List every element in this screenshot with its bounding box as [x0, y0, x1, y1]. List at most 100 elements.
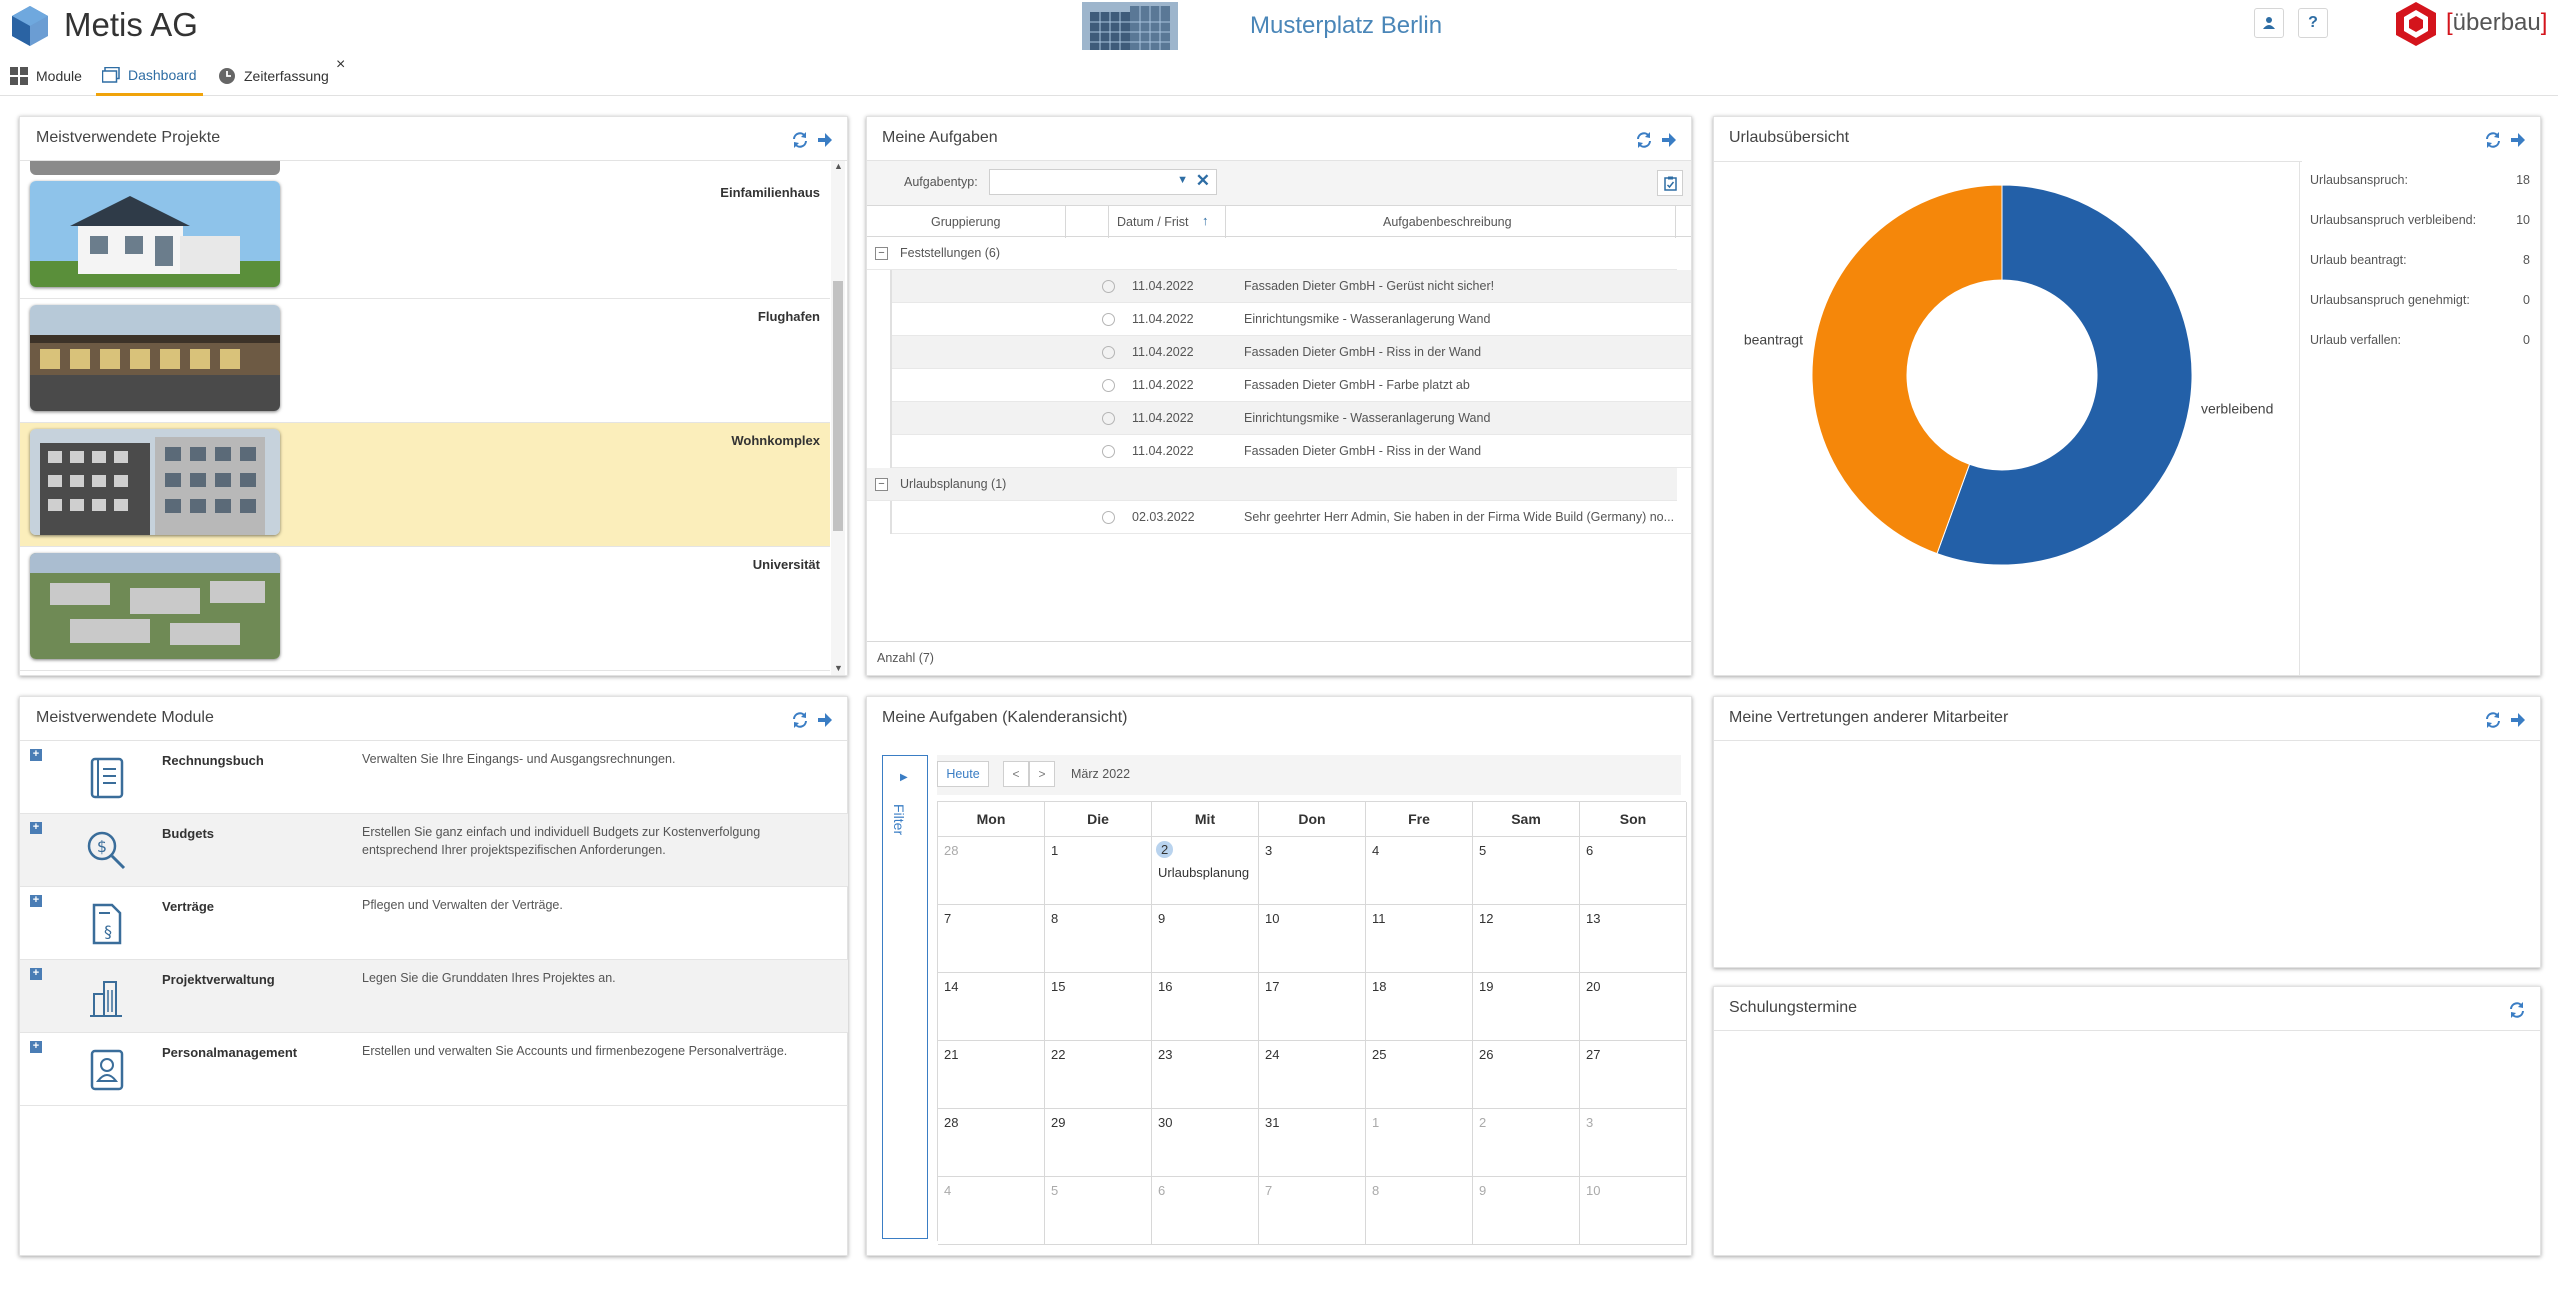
- today-button[interactable]: Heute: [937, 761, 989, 787]
- calendar-day[interactable]: 18: [1366, 973, 1473, 1041]
- calendar-day[interactable]: 28: [938, 837, 1045, 905]
- calendar-day[interactable]: 15: [1045, 973, 1152, 1041]
- scrollbar[interactable]: ▲ ▼: [831, 161, 845, 675]
- expand-icon[interactable]: +: [30, 895, 42, 907]
- calendar-day[interactable]: 6: [1152, 1177, 1259, 1245]
- arrow-right-icon[interactable]: [817, 131, 833, 149]
- user-button[interactable]: [2254, 8, 2284, 38]
- task-type-select[interactable]: ▼ ✕: [989, 169, 1217, 195]
- filter-sidebar-toggle[interactable]: ▶ Filter: [882, 755, 928, 1239]
- collapse-icon[interactable]: −: [875, 247, 888, 260]
- task-radio[interactable]: [1102, 511, 1115, 524]
- refresh-icon[interactable]: [2508, 1001, 2526, 1019]
- table-row[interactable]: 11.04.2022 Einrichtungsmike - Wasseranlag…: [892, 303, 1691, 336]
- collapse-icon[interactable]: −: [875, 478, 888, 491]
- calendar-day[interactable]: 23: [1152, 1041, 1259, 1109]
- column-header[interactable]: Aufgabenbeschreibung: [1383, 215, 1512, 229]
- expand-right-icon[interactable]: ▶: [900, 772, 908, 783]
- calendar-day[interactable]: 5: [1045, 1177, 1152, 1245]
- calendar-day[interactable]: 30: [1152, 1109, 1259, 1177]
- tab-module[interactable]: Module: [10, 56, 82, 96]
- calendar-day[interactable]: 8: [1045, 905, 1152, 973]
- table-row[interactable]: 11.04.2022 Fassaden Dieter GmbH - Gerüst …: [892, 270, 1691, 303]
- calendar-day[interactable]: 10: [1259, 905, 1366, 973]
- scroll-up-icon[interactable]: ▲: [834, 161, 843, 171]
- task-radio[interactable]: [1102, 379, 1115, 392]
- calendar-day[interactable]: 4: [1366, 837, 1473, 905]
- sort-asc-icon[interactable]: ↑: [1202, 213, 1209, 228]
- task-radio[interactable]: [1102, 445, 1115, 458]
- scrollbar-thumb[interactable]: [833, 281, 843, 531]
- list-item[interactable]: + Rechnungsbuch Verwalten Sie Ihre Einga…: [20, 741, 848, 814]
- calendar-day[interactable]: 25: [1366, 1041, 1473, 1109]
- scroll-down-icon[interactable]: ▼: [834, 663, 843, 673]
- column-header[interactable]: Gruppierung: [931, 215, 1001, 229]
- list-item-selected[interactable]: Wohnkomplex: [20, 423, 830, 547]
- calendar-day[interactable]: 2 Urlaubsplanung: [1152, 837, 1259, 905]
- location-title[interactable]: Musterplatz Berlin: [1250, 12, 1442, 40]
- calendar-day[interactable]: 9: [1473, 1177, 1580, 1245]
- table-row[interactable]: 11.04.2022 Fassaden Dieter GmbH - Farbe p…: [892, 369, 1691, 402]
- calendar-day[interactable]: 10: [1580, 1177, 1687, 1245]
- next-month-button[interactable]: >: [1029, 761, 1055, 787]
- refresh-icon[interactable]: [791, 711, 809, 729]
- list-item[interactable]: + $ Budgets Erstellen Sie ganz einfach u…: [20, 814, 848, 887]
- calendar-day[interactable]: 21: [938, 1041, 1045, 1109]
- calendar-day[interactable]: 7: [938, 905, 1045, 973]
- list-item[interactable]: Universität: [20, 547, 830, 671]
- group-row[interactable]: − Urlaubsplanung (1): [867, 468, 1677, 501]
- table-row[interactable]: 11.04.2022 Fassaden Dieter GmbH - Riss in…: [892, 435, 1691, 468]
- calendar-day[interactable]: 6: [1580, 837, 1687, 905]
- arrow-right-icon[interactable]: [2510, 131, 2526, 149]
- refresh-icon[interactable]: [2484, 711, 2502, 729]
- calendar-day[interactable]: 17: [1259, 973, 1366, 1041]
- calendar-day[interactable]: 24: [1259, 1041, 1366, 1109]
- tab-zeiterfassung[interactable]: Zeiterfassung: [218, 56, 329, 96]
- calendar-day[interactable]: 3: [1259, 837, 1366, 905]
- task-radio[interactable]: [1102, 346, 1115, 359]
- list-item[interactable]: Einfamilienhaus: [20, 175, 830, 299]
- calendar-day[interactable]: 12: [1473, 905, 1580, 973]
- calendar-day[interactable]: 22: [1045, 1041, 1152, 1109]
- calendar-day[interactable]: 29: [1045, 1109, 1152, 1177]
- task-radio[interactable]: [1102, 412, 1115, 425]
- refresh-icon[interactable]: [791, 131, 809, 149]
- clipboard-button[interactable]: [1657, 170, 1683, 196]
- refresh-icon[interactable]: [2484, 131, 2502, 149]
- clear-icon[interactable]: ✕: [1196, 171, 1210, 191]
- calendar-day[interactable]: 27: [1580, 1041, 1687, 1109]
- expand-icon[interactable]: +: [30, 1041, 42, 1053]
- tab-dashboard[interactable]: Dashboard: [96, 56, 203, 96]
- help-button[interactable]: ?: [2298, 8, 2328, 38]
- calendar-day[interactable]: 20: [1580, 973, 1687, 1041]
- list-item[interactable]: + Personalmanagement Erstellen und verwa…: [20, 1033, 848, 1106]
- table-row[interactable]: 11.04.2022 Fassaden Dieter GmbH - Riss in…: [892, 336, 1691, 369]
- list-item[interactable]: + Projektverwaltung Legen Sie die Grundd…: [20, 960, 848, 1033]
- calendar-day[interactable]: 8: [1366, 1177, 1473, 1245]
- calendar-day[interactable]: 7: [1259, 1177, 1366, 1245]
- arrow-right-icon[interactable]: [1661, 131, 1677, 149]
- calendar-day[interactable]: 19: [1473, 973, 1580, 1041]
- arrow-right-icon[interactable]: [817, 711, 833, 729]
- calendar-day[interactable]: 9: [1152, 905, 1259, 973]
- expand-icon[interactable]: +: [30, 968, 42, 980]
- calendar-day[interactable]: 3: [1580, 1109, 1687, 1177]
- calendar-day[interactable]: 4: [938, 1177, 1045, 1245]
- calendar-day[interactable]: 16: [1152, 973, 1259, 1041]
- expand-icon[interactable]: +: [30, 822, 42, 834]
- calendar-day[interactable]: 1: [1045, 837, 1152, 905]
- table-row[interactable]: 02.03.2022 Sehr geehrter Herr Admin, Sie …: [892, 501, 1691, 534]
- calendar-day[interactable]: 31: [1259, 1109, 1366, 1177]
- refresh-icon[interactable]: [1635, 131, 1653, 149]
- group-row[interactable]: − Feststellungen (6): [867, 237, 1677, 270]
- calendar-day[interactable]: 11: [1366, 905, 1473, 973]
- table-row[interactable]: 11.04.2022 Einrichtungsmike - Wasseranlag…: [892, 402, 1691, 435]
- prev-month-button[interactable]: <: [1003, 761, 1029, 787]
- close-tab-button[interactable]: ×: [336, 56, 345, 74]
- list-item[interactable]: + § Verträge Pflegen und Verwalten der V…: [20, 887, 848, 960]
- calendar-day[interactable]: 28: [938, 1109, 1045, 1177]
- task-radio[interactable]: [1102, 280, 1115, 293]
- calendar-day[interactable]: 14: [938, 973, 1045, 1041]
- calendar-day[interactable]: 5: [1473, 837, 1580, 905]
- calendar-day[interactable]: 26: [1473, 1041, 1580, 1109]
